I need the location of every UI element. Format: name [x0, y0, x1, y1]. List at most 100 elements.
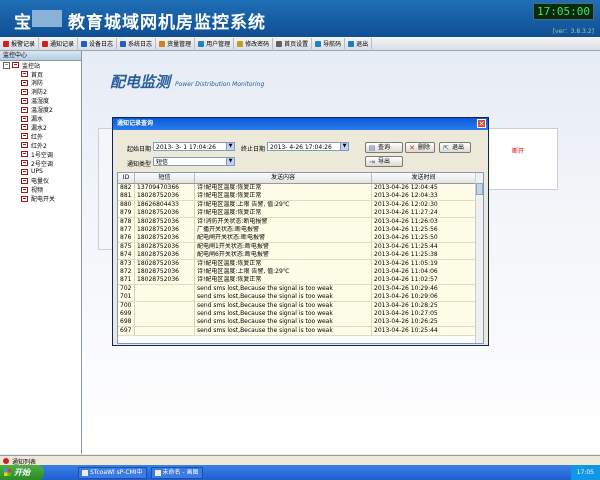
- scrollbar-thumb[interactable]: [476, 183, 483, 195]
- column-header-2[interactable]: 发送内容: [195, 173, 372, 183]
- menu-item-4[interactable]: 资量管理: [156, 38, 196, 49]
- sidebar-item-12[interactable]: 电量仪: [21, 177, 49, 185]
- menu-item-0[interactable]: 报警记录: [0, 38, 40, 49]
- start-button[interactable]: 开始: [0, 465, 44, 480]
- menu-item-7[interactable]: 首页设置: [273, 38, 313, 49]
- sidebar-item-3[interactable]: 温湿度: [21, 97, 49, 105]
- table-cell: 2013-04-26 10:29:06: [372, 293, 476, 302]
- table-cell: 2013-04-26 11:27:24: [372, 209, 476, 218]
- device-icon: [21, 168, 28, 175]
- table-cell: 18626804433: [135, 200, 195, 209]
- menu-item-1[interactable]: 通知记录: [39, 38, 79, 49]
- sidebar-item-2[interactable]: 消防2: [21, 88, 47, 96]
- end-date-value: 2013- 4-26 17:04:26: [270, 144, 332, 151]
- table-row[interactable]: 697 send sms lost,Because the signal is t…: [118, 326, 476, 336]
- sidebar-item-label: 红外2: [31, 142, 47, 150]
- table-cell: 880: [118, 200, 135, 209]
- taskbar-task-0[interactable]: STcoaWl sP-CMI中: [78, 466, 147, 479]
- table-cell: [135, 326, 195, 335]
- chevron-down-icon[interactable]: ▼: [226, 143, 234, 150]
- tree-root[interactable]: − 监控站: [3, 61, 40, 70]
- query-button[interactable]: ▤ 查询: [365, 142, 403, 153]
- menu-item-9[interactable]: 退出: [345, 38, 373, 49]
- table-cell: 诗!配电区温度:恢复正常: [195, 192, 372, 201]
- sidebar-item-13[interactable]: 视频: [21, 186, 43, 194]
- table-cell: [135, 293, 195, 302]
- table-cell: 诗!配电区温度:上限 告警, 值:29℃: [195, 268, 372, 276]
- close-icon[interactable]: ✕: [477, 119, 486, 128]
- end-date-picker[interactable]: 2013- 4-26 17:04:26 ▼: [267, 142, 349, 151]
- sidebar-item-1[interactable]: 消防: [21, 79, 43, 87]
- sidebar-item-10[interactable]: 2号空调: [21, 159, 53, 168]
- table-cell: 2013-04-26 10:27:05: [372, 310, 476, 318]
- table-cell: 702: [118, 284, 135, 293]
- device-icon: [21, 142, 28, 149]
- sidebar-item-8[interactable]: 红外2: [21, 141, 47, 150]
- sidebar-item-4[interactable]: 温湿度2: [21, 106, 53, 114]
- table-cell: send sms lost,Because the signal is too …: [195, 326, 372, 335]
- sidebar-item-6[interactable]: 漏水2: [21, 123, 47, 132]
- table-cell: 13709470366: [135, 184, 195, 192]
- type-select[interactable]: 短信 ▼: [153, 157, 235, 166]
- column-header-1[interactable]: 短信: [135, 173, 195, 183]
- table-cell: 2013-04-26 11:04:06: [372, 268, 476, 276]
- menu-item-label: 导航码: [323, 41, 342, 48]
- records-table: ID 短信 发送内容 发送时间 882 13709470366 诗!配电区温度:恢复正常 2…: [117, 172, 484, 344]
- table-cell: 876: [118, 234, 135, 243]
- sidebar-item-11[interactable]: UPS: [21, 168, 43, 176]
- table-cell: 诗!配电区温度:上限 告警, 值:29℃: [195, 200, 372, 209]
- device-icon: [21, 106, 28, 113]
- table-cell: 诗!配电区温度:恢复正常: [195, 259, 372, 268]
- menubar: 报警记录 通知记录 设备日志 系统日志 资量管理 用户管理 修改密码 首页设置 导航码 退出: [0, 37, 600, 51]
- menu-item-8[interactable]: 导航码: [312, 38, 346, 49]
- sidebar-item-9[interactable]: 1号空调: [21, 150, 53, 159]
- app-icon: [82, 469, 88, 476]
- taskbar-task-1[interactable]: 未命名 - 画图: [150, 466, 203, 479]
- sidebar-item-0[interactable]: 首页: [21, 70, 43, 79]
- table-cell: 配电闸6开关状态:断电报警: [195, 251, 372, 260]
- menu-item-5[interactable]: 用户管理: [195, 38, 235, 49]
- table-cell: 2013-04-26 11:05:19: [372, 259, 476, 268]
- table-cell: 701: [118, 293, 135, 302]
- table-cell: 872: [118, 268, 135, 276]
- delete-icon: ✕: [409, 143, 415, 152]
- delete-button[interactable]: ✕ 删除: [405, 142, 435, 153]
- exit-button[interactable]: ⇱ 退出: [439, 142, 471, 153]
- sidebar-item-14[interactable]: 配电开关: [21, 195, 55, 203]
- start-date-picker[interactable]: 2013- 3- 1 17:04:26 ▼: [153, 142, 235, 151]
- table-cell: 879: [118, 209, 135, 218]
- exit-icon: ⇱: [443, 143, 449, 152]
- sidebar-item-7[interactable]: 红外: [21, 132, 44, 141]
- menu-item-6[interactable]: 修改密码: [234, 38, 274, 49]
- export-button[interactable]: ⇥ 导出: [365, 156, 403, 167]
- exit-button-label: 退出: [452, 143, 465, 151]
- sidebar-item-5[interactable]: 漏水: [21, 115, 43, 123]
- query-button-label: 查询: [378, 143, 391, 151]
- start-button-label: 开始: [14, 468, 30, 477]
- chevron-down-icon[interactable]: ▼: [226, 158, 234, 165]
- collapse-icon[interactable]: −: [3, 61, 10, 69]
- device-icon: [21, 88, 28, 95]
- table-cell: 18028752036: [135, 276, 195, 285]
- page-title: 配电监测: [110, 73, 171, 91]
- column-header-3[interactable]: 发送时间: [372, 173, 476, 183]
- table-cell: 18028752036: [135, 234, 195, 243]
- chevron-down-icon[interactable]: ▼: [340, 143, 348, 150]
- sidebar-item-label: 红外: [31, 133, 44, 141]
- vertical-scrollbar[interactable]: [475, 173, 483, 343]
- column-header-0[interactable]: ID: [118, 173, 135, 183]
- table-cell: 18028752036: [135, 209, 195, 218]
- menu-item-label: 资量管理: [167, 41, 192, 48]
- menu-item-2[interactable]: 设备日志: [78, 38, 118, 49]
- device-icon: [21, 195, 28, 202]
- table-cell: 881: [118, 192, 135, 201]
- sidebar-item-label: 视频: [31, 187, 44, 195]
- menu-item-3[interactable]: 系统日志: [117, 38, 157, 49]
- system-tray: 17:05: [570, 465, 600, 480]
- sidebar-item-label: 漏水: [31, 116, 44, 123]
- table-cell: 875: [118, 242, 135, 251]
- background-panel: [486, 128, 558, 190]
- nav-icon: [315, 40, 322, 47]
- sidebar-item-label: 温湿度: [31, 98, 50, 106]
- table-cell: 2013-04-26 11:02:57: [372, 276, 476, 285]
